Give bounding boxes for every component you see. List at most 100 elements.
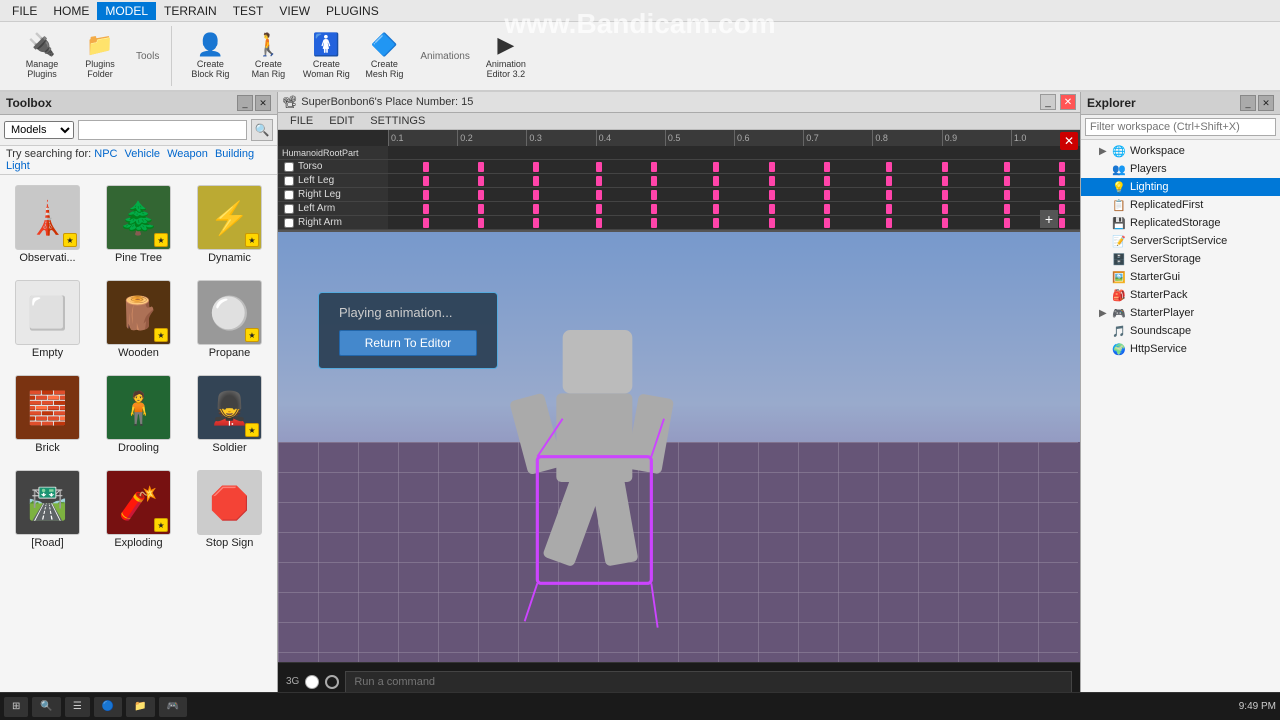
keyframe[interactable] bbox=[769, 204, 775, 214]
menu-view[interactable]: VIEW bbox=[271, 2, 318, 20]
keyframe[interactable] bbox=[651, 218, 657, 228]
keyframe[interactable] bbox=[478, 176, 484, 186]
keyframe[interactable] bbox=[478, 190, 484, 200]
toolbox-item[interactable]: 🗼 ★ Observati... bbox=[6, 181, 89, 268]
keyframe[interactable] bbox=[769, 162, 775, 172]
explorer-close-button[interactable]: ✕ bbox=[1258, 95, 1274, 111]
keyframe[interactable] bbox=[824, 176, 830, 186]
keyframe[interactable] bbox=[596, 218, 602, 228]
timeline-close-button[interactable]: ✕ bbox=[1060, 132, 1078, 150]
suggestion-npc[interactable]: NPC bbox=[94, 148, 117, 160]
keyframe[interactable] bbox=[596, 204, 602, 214]
toolbox-item[interactable]: ⚡ ★ Dynamic bbox=[188, 181, 271, 268]
toolbox-item[interactable]: 🛣️ [Road] bbox=[6, 466, 89, 553]
suggestion-light[interactable]: Light bbox=[6, 160, 30, 172]
keyframe[interactable] bbox=[533, 204, 539, 214]
toolbox-item[interactable]: 💂 ★ Soldier bbox=[188, 371, 271, 458]
keyframe[interactable] bbox=[1004, 176, 1010, 186]
toolbox-minimize-button[interactable]: _ bbox=[237, 95, 253, 111]
taskbar-start-button[interactable]: ⊞ bbox=[4, 697, 28, 717]
keyframe[interactable] bbox=[423, 218, 429, 228]
suggestion-vehicle[interactable]: Vehicle bbox=[125, 148, 160, 160]
keyframe[interactable] bbox=[423, 162, 429, 172]
keyframe[interactable] bbox=[824, 204, 830, 214]
keyframe[interactable] bbox=[1059, 162, 1065, 172]
keyframe[interactable] bbox=[942, 162, 948, 172]
toolbox-close-button[interactable]: ✕ bbox=[255, 95, 271, 111]
keyframe[interactable] bbox=[713, 162, 719, 172]
keyframe[interactable] bbox=[596, 162, 602, 172]
toolbox-item[interactable]: ⚪ ★ Propane bbox=[188, 276, 271, 363]
keyframe[interactable] bbox=[651, 162, 657, 172]
explorer-tree-item[interactable]: 🎵 Soundscape bbox=[1081, 322, 1280, 340]
keyframe[interactable] bbox=[886, 218, 892, 228]
anim-menu-file[interactable]: FILE bbox=[282, 114, 321, 128]
keyframe[interactable] bbox=[1004, 204, 1010, 214]
keyframe[interactable] bbox=[769, 218, 775, 228]
keyframe[interactable] bbox=[423, 190, 429, 200]
keyframe[interactable] bbox=[651, 204, 657, 214]
keyframe[interactable] bbox=[824, 218, 830, 228]
taskbar-task-view[interactable]: ☰ bbox=[65, 697, 90, 717]
anim-menu-edit[interactable]: EDIT bbox=[321, 114, 362, 128]
tree-expand-icon[interactable]: ▶ bbox=[1099, 146, 1111, 157]
game-viewport[interactable]: Playing animation... Return To Editor bbox=[278, 232, 1080, 662]
explorer-tree-item[interactable]: 👥 Players bbox=[1081, 160, 1280, 178]
track-checkbox[interactable] bbox=[284, 218, 294, 228]
keyframe[interactable] bbox=[1004, 190, 1010, 200]
keyframe[interactable] bbox=[1004, 218, 1010, 228]
taskbar-chrome[interactable]: 🔵 bbox=[94, 697, 122, 717]
animation-editor-button[interactable]: ▶ AnimationEditor 3.2 bbox=[480, 27, 532, 85]
toolbox-category-dropdown[interactable]: Models bbox=[4, 121, 74, 139]
manage-plugins-button[interactable]: 🔌 Manage Plugins bbox=[16, 27, 68, 85]
explorer-filter-input[interactable] bbox=[1085, 118, 1276, 136]
track-checkbox[interactable] bbox=[284, 204, 294, 214]
anim-menu-settings[interactable]: SETTINGS bbox=[362, 114, 433, 128]
toolbox-item[interactable]: 🧨 ★ Exploding bbox=[97, 466, 180, 553]
keyframe[interactable] bbox=[886, 190, 892, 200]
search-button[interactable]: 🔍 bbox=[251, 119, 273, 141]
menu-home[interactable]: HOME bbox=[45, 2, 97, 20]
explorer-tree-item[interactable]: 🌍 HttpService bbox=[1081, 340, 1280, 358]
keyframe[interactable] bbox=[478, 162, 484, 172]
menu-model[interactable]: MODEL bbox=[97, 2, 156, 20]
track-checkbox[interactable] bbox=[284, 190, 294, 200]
create-man-rig-button[interactable]: 🚶 CreateMan Rig bbox=[242, 27, 294, 85]
keyframe[interactable] bbox=[1059, 176, 1065, 186]
track-checkbox[interactable] bbox=[284, 176, 294, 186]
keyframe[interactable] bbox=[533, 218, 539, 228]
explorer-tree-item[interactable]: 🗄️ ServerStorage bbox=[1081, 250, 1280, 268]
taskbar-search[interactable]: 🔍 bbox=[32, 697, 60, 717]
keyframe[interactable] bbox=[533, 190, 539, 200]
explorer-tree-item[interactable]: 💾 ReplicatedStorage bbox=[1081, 214, 1280, 232]
toolbox-item[interactable]: 🌲 ★ Pine Tree bbox=[97, 181, 180, 268]
explorer-tree-item[interactable]: 🎒 StarterPack bbox=[1081, 286, 1280, 304]
explorer-tree-item[interactable]: ▶ 🌐 Workspace bbox=[1081, 142, 1280, 160]
anim-minimize-button[interactable]: _ bbox=[1040, 94, 1056, 110]
keyframe[interactable] bbox=[942, 204, 948, 214]
keyframe[interactable] bbox=[1059, 204, 1065, 214]
keyframe[interactable] bbox=[478, 218, 484, 228]
create-block-rig-button[interactable]: 👤 CreateBlock Rig bbox=[184, 27, 236, 85]
keyframe[interactable] bbox=[533, 176, 539, 186]
keyframe[interactable] bbox=[886, 176, 892, 186]
timeline-add-keyframe-button[interactable]: + bbox=[1040, 210, 1058, 228]
keyframe[interactable] bbox=[533, 162, 539, 172]
keyframe[interactable] bbox=[1059, 190, 1065, 200]
keyframe[interactable] bbox=[651, 176, 657, 186]
plugins-folder-button[interactable]: 📁 PluginsFolder bbox=[74, 27, 126, 85]
command-input[interactable] bbox=[345, 671, 1072, 693]
keyframe[interactable] bbox=[1004, 162, 1010, 172]
menu-test[interactable]: TEST bbox=[225, 2, 272, 20]
keyframe[interactable] bbox=[824, 190, 830, 200]
explorer-minimize-button[interactable]: _ bbox=[1240, 95, 1256, 111]
keyframe[interactable] bbox=[423, 204, 429, 214]
taskbar-app1[interactable]: 🎮 bbox=[159, 697, 187, 717]
return-to-editor-button[interactable]: Return To Editor bbox=[339, 330, 477, 356]
keyframe[interactable] bbox=[769, 176, 775, 186]
menu-terrain[interactable]: TERRAIN bbox=[156, 2, 225, 20]
keyframe[interactable] bbox=[651, 190, 657, 200]
keyframe[interactable] bbox=[886, 204, 892, 214]
keyframe[interactable] bbox=[478, 204, 484, 214]
keyframe[interactable] bbox=[713, 176, 719, 186]
